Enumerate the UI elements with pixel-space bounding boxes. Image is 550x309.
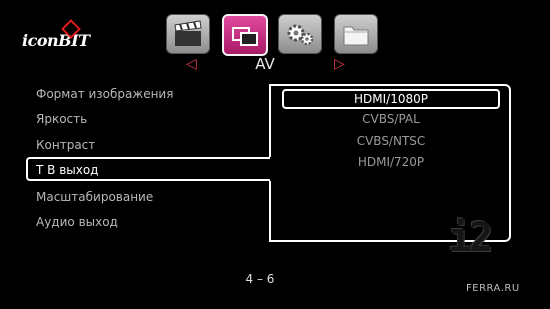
- folder-icon: [343, 26, 369, 46]
- next-section-arrow-icon[interactable]: ▷: [334, 56, 345, 72]
- panel-border-bottom-segment: [269, 181, 271, 242]
- menu-item-contrast[interactable]: Контраст: [36, 138, 95, 152]
- menu-item-brightness[interactable]: Яркость: [36, 112, 87, 126]
- toolbar-tile-movies[interactable]: [166, 14, 210, 54]
- toolbar-tile-system[interactable]: [278, 14, 322, 54]
- menu-item-scaling[interactable]: Масштабирование: [36, 190, 153, 204]
- menu-item-aspect[interactable]: Формат изображения: [36, 87, 173, 101]
- option-cvbs-pal[interactable]: CVBS/PAL: [282, 109, 500, 129]
- display-settings-icon: [232, 27, 258, 46]
- toolbar-tile-files[interactable]: [334, 14, 378, 54]
- gears-icon: [287, 24, 314, 46]
- option-hdmi-720p[interactable]: HDMI/720P: [282, 152, 500, 172]
- menu-item-audio-out[interactable]: Аудио выход: [36, 215, 118, 229]
- page-indicator: 4 – 6: [245, 272, 275, 286]
- clapperboard-icon: [174, 20, 202, 46]
- watermark-site: FERRA.RU: [466, 283, 520, 294]
- option-cvbs-ntsc[interactable]: CVBS/NTSC: [282, 131, 500, 151]
- section-title: AV: [255, 55, 275, 73]
- panel-border-top-segment: [269, 84, 271, 157]
- option-hdmi-1080p[interactable]: HDMI/1080P: [282, 89, 500, 109]
- watermark-logo: i2: [448, 215, 493, 261]
- toolbar-tile-display[interactable]: [222, 14, 268, 56]
- logo-text: iconBIT: [22, 31, 90, 50]
- menu-item-tv-out[interactable]: Т В выход: [36, 163, 98, 177]
